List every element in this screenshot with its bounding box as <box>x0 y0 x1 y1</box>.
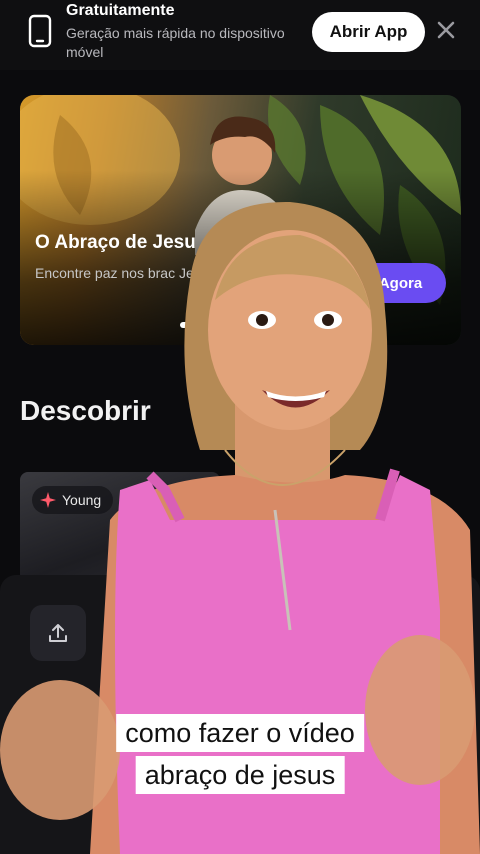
caption-line-1: como fazer o vídeo <box>116 714 364 752</box>
presenter-overlay <box>0 201 480 854</box>
banner-title: Gratuitamente <box>66 2 175 19</box>
close-icon[interactable] <box>436 20 456 40</box>
open-app-button[interactable]: Abrir App <box>312 12 425 52</box>
app-install-banner: Gratuitamente Geração mais rápida no dis… <box>0 0 480 70</box>
caption-line-2: abraço de jesus <box>135 756 345 794</box>
banner-subtitle: Geração mais rápida no dispositivo móvel <box>66 25 285 60</box>
phone-icon <box>28 14 52 48</box>
